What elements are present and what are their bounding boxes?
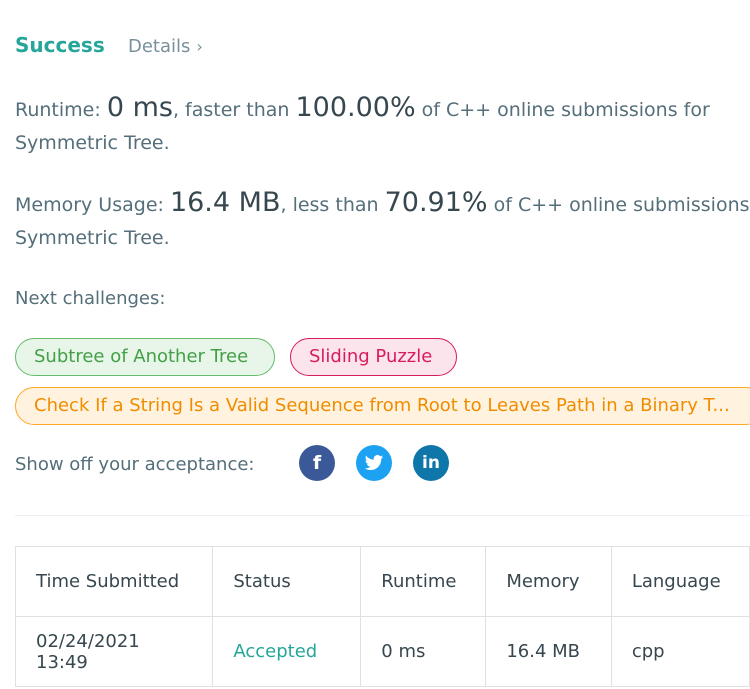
col-language[interactable]: Language (610, 546, 750, 617)
challenge-chip-hard[interactable]: Sliding Puzzle (290, 338, 457, 376)
table-row: 02/24/2021 13:49 Accepted 0 ms 16.4 MB c… (14, 616, 750, 687)
details-label: Details (128, 36, 191, 57)
memory-suffix: of C++ online submissions for (493, 194, 750, 216)
cell-language: cpp (610, 616, 750, 687)
runtime-percent: 100.00% (295, 92, 416, 123)
challenge-chip-easy[interactable]: Subtree of Another Tree (15, 338, 275, 376)
cell-status-link[interactable]: Accepted (212, 616, 362, 687)
memory-problem: Symmetric Tree. (15, 227, 170, 249)
cell-time-submitted: 02/24/2021 13:49 (14, 616, 214, 687)
twitter-icon[interactable] (356, 445, 392, 481)
memory-mid-text: , less than (280, 194, 385, 216)
col-time-submitted[interactable]: Time Submitted (14, 546, 214, 617)
cell-memory: 16.4 MB (485, 616, 612, 687)
runtime-label: Runtime: (15, 99, 107, 121)
runtime-value: 0 ms (106, 92, 173, 123)
memory-value: 16.4 MB (169, 187, 281, 218)
table-header-row: Time Submitted Status Runtime Memory Lan… (14, 546, 750, 617)
col-memory[interactable]: Memory (485, 546, 612, 617)
col-status[interactable]: Status (212, 546, 362, 617)
memory-label: Memory Usage: (15, 194, 170, 216)
challenge-chip-medium[interactable]: Check If a String Is a Valid Sequence fr… (15, 387, 750, 425)
result-status: Success (15, 33, 105, 57)
next-challenges-label: Next challenges: (15, 288, 166, 309)
share-label: Show off your acceptance: (15, 454, 255, 475)
cell-runtime: 0 ms (360, 616, 487, 687)
col-runtime[interactable]: Runtime (360, 546, 487, 617)
submissions-table: Time Submitted Status Runtime Memory Lan… (14, 546, 750, 687)
memory-percent: 70.91% (384, 187, 488, 218)
facebook-icon[interactable]: f (299, 445, 335, 481)
runtime-stat: Runtime: 0 ms, faster than 100.00% of C+… (15, 92, 710, 123)
details-link[interactable]: Details › (128, 36, 203, 57)
runtime-mid-text: , faster than (172, 99, 296, 121)
linkedin-icon[interactable]: in (413, 445, 449, 481)
runtime-problem: Symmetric Tree. (15, 132, 170, 154)
memory-stat: Memory Usage: 16.4 MB, less than 70.91% … (15, 187, 750, 218)
chevron-right-icon: › (196, 37, 203, 56)
section-divider (15, 515, 750, 516)
runtime-suffix: of C++ online submissions for (415, 99, 710, 121)
